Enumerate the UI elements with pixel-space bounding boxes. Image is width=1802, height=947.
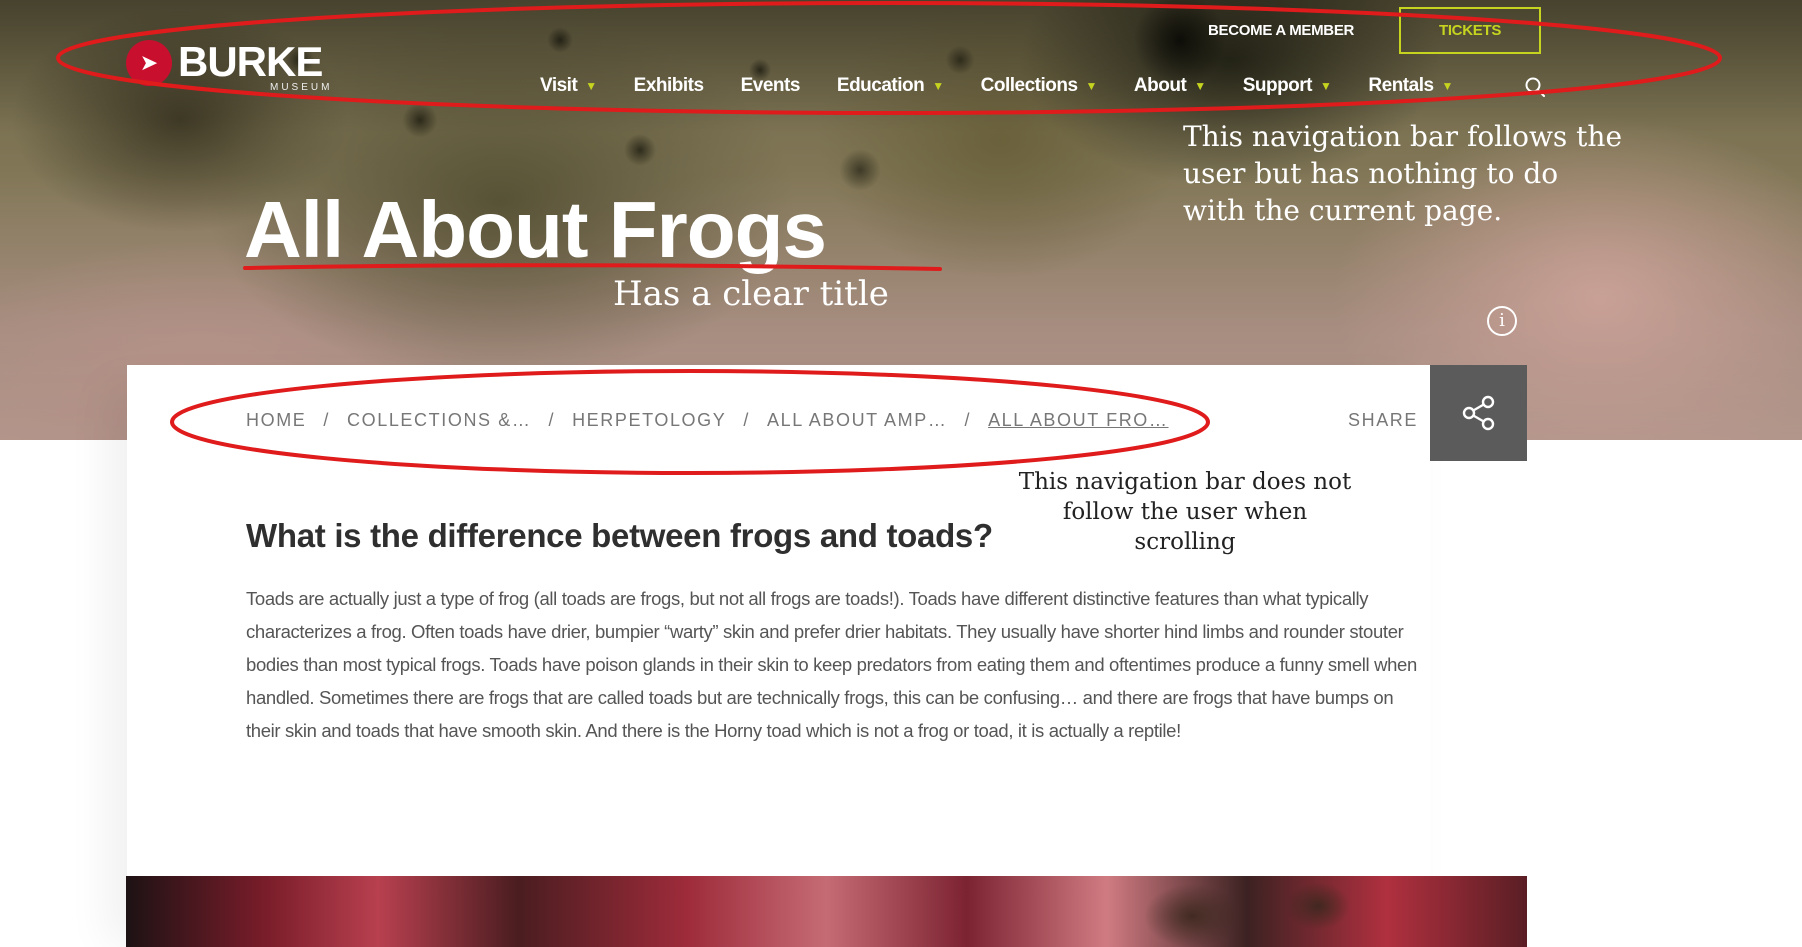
burke-logo[interactable]: ➤ BURKE MUSEUM bbox=[126, 40, 336, 96]
nav-item-rentals[interactable]: Rentals ▼ bbox=[1368, 75, 1453, 97]
annotation-title-note: Has a clear title bbox=[613, 274, 889, 314]
breadcrumb-separator: / bbox=[323, 410, 331, 430]
nav-item-label: About bbox=[1133, 75, 1187, 96]
logo-subtitle: MUSEUM bbox=[270, 82, 333, 93]
share-icon bbox=[1462, 395, 1495, 431]
search-icon[interactable] bbox=[1524, 76, 1546, 98]
breadcrumb: HOME / COLLECTIONS &… / HERPETOLOGY / AL… bbox=[246, 410, 1169, 431]
breadcrumb-item-home[interactable]: HOME bbox=[246, 410, 306, 431]
nav-item-label: Support bbox=[1242, 75, 1313, 96]
logo-text: BURKE bbox=[178, 38, 323, 85]
nav-item-visit[interactable]: Visit ▼ bbox=[540, 75, 597, 97]
nav-item-label: Rentals bbox=[1368, 75, 1434, 96]
nav-item-support[interactable]: Support ▼ bbox=[1243, 75, 1332, 97]
chevron-down-icon: ▼ bbox=[1085, 79, 1098, 93]
chevron-down-icon: ▼ bbox=[1441, 79, 1454, 93]
breadcrumb-item-collections[interactable]: COLLECTIONS &… bbox=[347, 410, 531, 431]
breadcrumb-separator: / bbox=[743, 410, 750, 430]
nav-item-label: Collections bbox=[980, 75, 1078, 96]
info-icon[interactable]: i bbox=[1487, 306, 1517, 336]
breadcrumb-item-current[interactable]: ALL ABOUT FRO… bbox=[988, 410, 1168, 431]
tickets-button[interactable]: TICKETS bbox=[1399, 7, 1541, 54]
chevron-down-icon: ▼ bbox=[1194, 79, 1206, 93]
nav-item-collections[interactable]: Collections ▼ bbox=[980, 75, 1098, 97]
article-image bbox=[126, 876, 1527, 947]
nav-item-label: Events bbox=[740, 75, 801, 96]
breadcrumb-separator: / bbox=[548, 410, 556, 430]
burke-logo-icon: ➤ bbox=[126, 40, 172, 86]
chevron-down-icon: ▼ bbox=[585, 79, 597, 93]
chevron-down-icon: ▼ bbox=[1320, 79, 1332, 93]
nav-item-events[interactable]: Events bbox=[740, 75, 801, 97]
chevron-down-icon: ▼ bbox=[932, 79, 944, 93]
nav-item-label: Exhibits bbox=[633, 75, 704, 96]
page-title: All About Frogs bbox=[244, 185, 827, 274]
nav-item-exhibits[interactable]: Exhibits bbox=[634, 75, 704, 97]
breadcrumb-separator: / bbox=[964, 410, 972, 430]
breadcrumb-item-herpetology[interactable]: HERPETOLOGY bbox=[572, 410, 726, 431]
breadcrumb-item-amphibians[interactable]: ALL ABOUT AMP… bbox=[767, 410, 947, 431]
become-member-link[interactable]: BECOME A MEMBER bbox=[1208, 22, 1354, 39]
annotation-nav-note: This navigation bar follows the user but… bbox=[1183, 120, 1623, 227]
annotation-breadcrumb-note: This navigation bar does not follow the … bbox=[1018, 469, 1352, 555]
main-nav: Visit ▼ Exhibits Events Education ▼ Coll… bbox=[540, 74, 1490, 98]
nav-item-about[interactable]: About ▼ bbox=[1134, 75, 1206, 97]
section-heading: What is the difference between frogs and… bbox=[246, 517, 993, 554]
share-label[interactable]: SHARE bbox=[1348, 410, 1418, 431]
share-button[interactable] bbox=[1430, 365, 1527, 461]
nav-item-education[interactable]: Education ▼ bbox=[837, 75, 944, 97]
nav-item-label: Visit bbox=[540, 75, 578, 96]
article-body: Toads are actually just a type of frog (… bbox=[246, 588, 1417, 741]
nav-item-label: Education bbox=[836, 75, 925, 96]
